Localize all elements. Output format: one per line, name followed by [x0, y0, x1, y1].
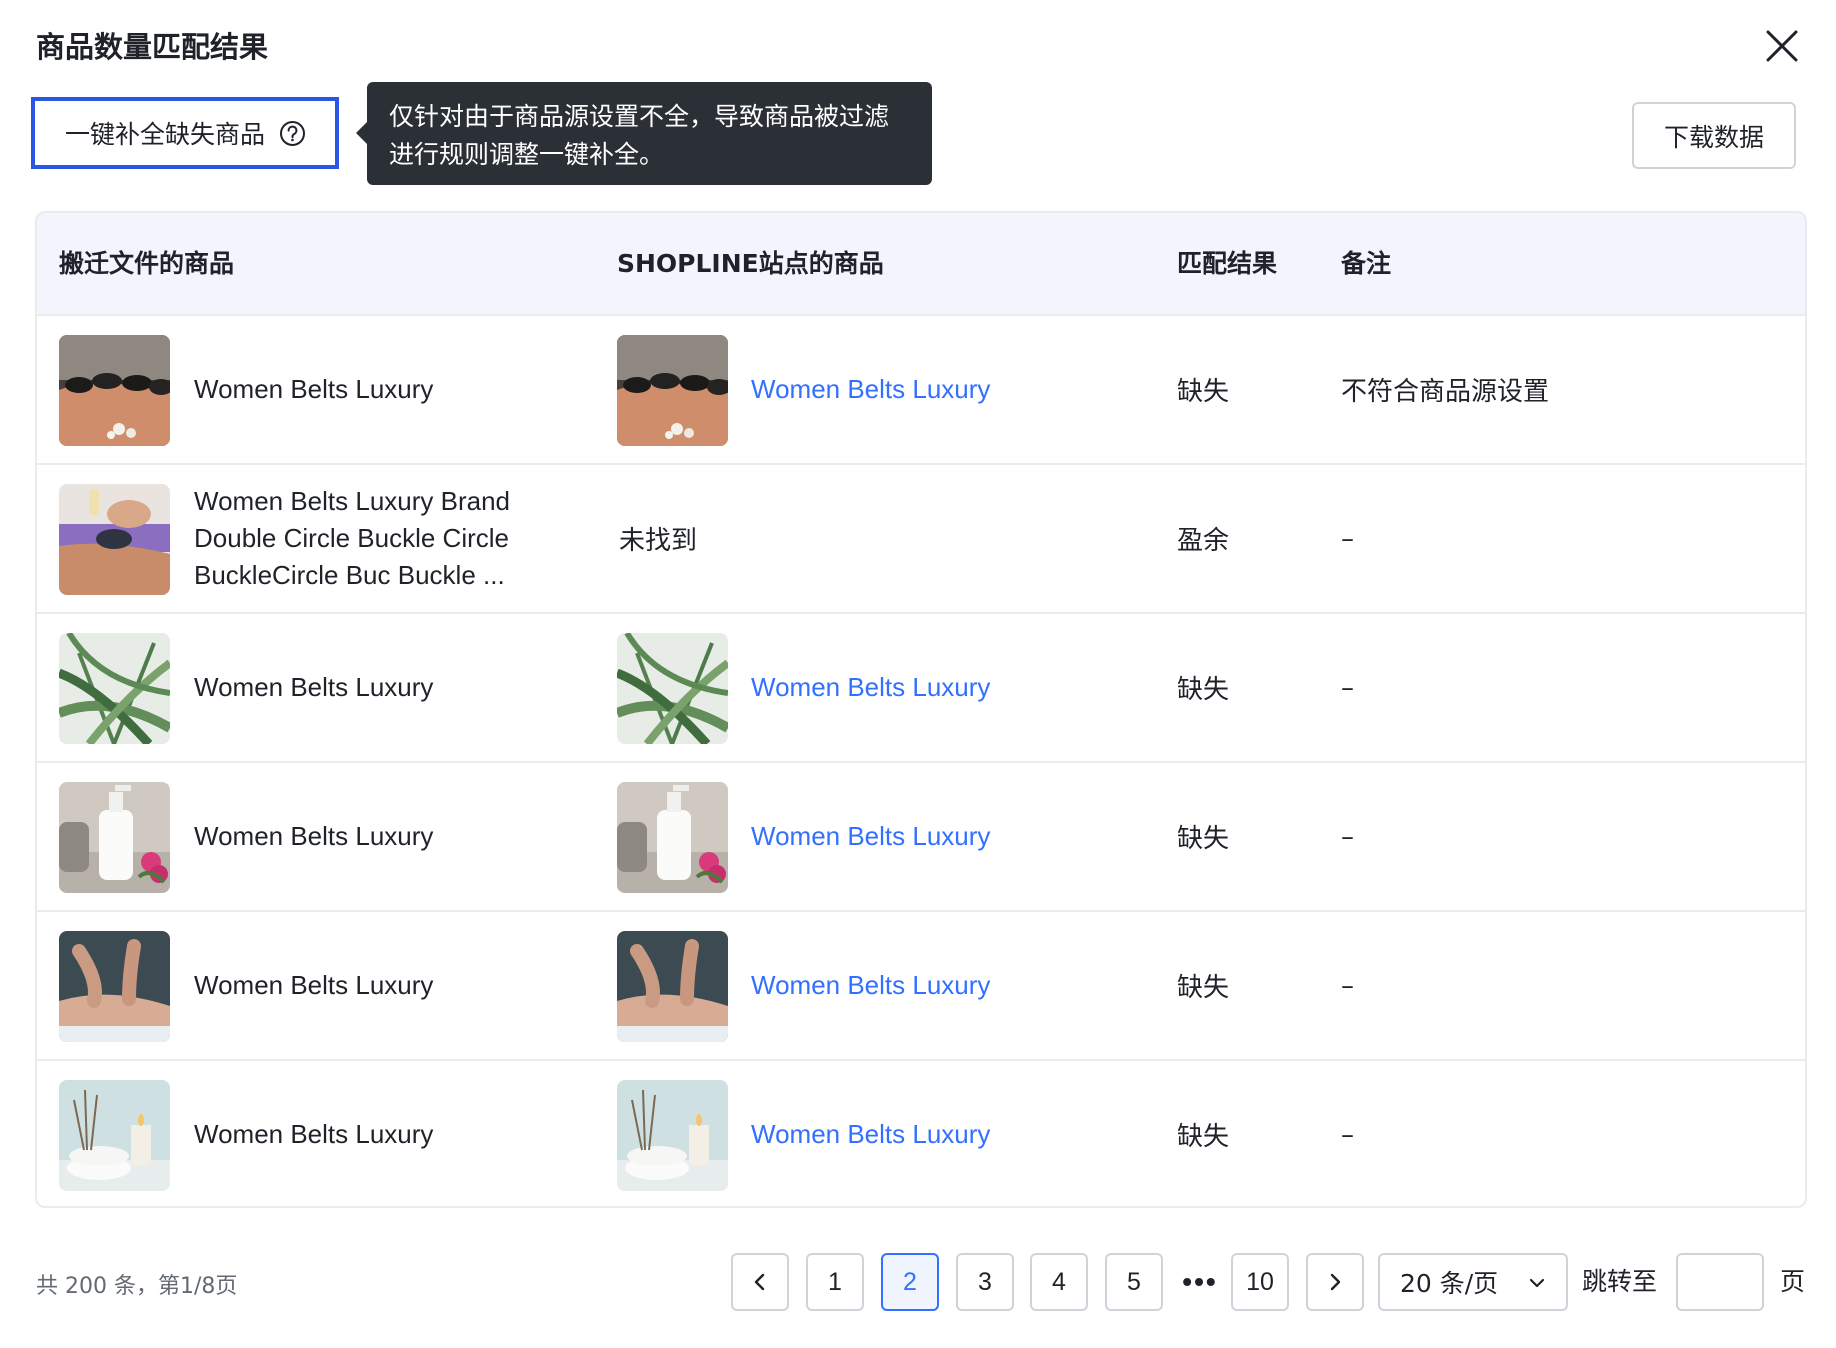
chevron-left-icon [754, 1273, 765, 1291]
match-result-value: 缺失 [1177, 824, 1230, 854]
page-button[interactable]: 1 [806, 1253, 864, 1311]
pagination-total: 共 200 条，第1/8页 [36, 1274, 238, 1299]
source-product-name: Women Belts Luxury [194, 821, 434, 851]
source-product-image [59, 931, 170, 1042]
chevron-right-icon [1330, 1273, 1341, 1291]
source-product-image [59, 1080, 170, 1191]
fill-missing-label: 一键补全缺失商品 [65, 120, 266, 149]
close-icon [1766, 30, 1798, 62]
note-value: – [1341, 672, 1354, 703]
header-note: 备注 [1341, 249, 1392, 278]
shopline-product-image [617, 633, 728, 744]
table-row: Women Belts Luxury Brand Double Circle B… [37, 465, 1805, 614]
header-source-product: 搬迁文件的商品 [59, 249, 235, 278]
tooltip-arrow [356, 122, 367, 144]
match-result-value: 缺失 [1177, 973, 1230, 1003]
shopline-product-image [617, 931, 728, 1042]
table-body: Women Belts Luxury Women Belts Luxury 缺失 不… [37, 316, 1805, 1206]
page-button[interactable]: 2 [881, 1253, 939, 1311]
question-circle-icon[interactable] [279, 120, 306, 147]
shopline-product-link[interactable]: Women Belts Luxury [751, 614, 990, 761]
table-row: Women Belts Luxury Women Belts Luxury 缺失 – [37, 912, 1805, 1061]
note-value: – [1341, 523, 1354, 554]
page-button[interactable]: 4 [1030, 1253, 1088, 1311]
pagination-ellipsis[interactable]: ••• [1175, 1253, 1225, 1311]
download-data-button[interactable]: 下载数据 [1632, 102, 1796, 169]
fill-missing-button[interactable]: 一键补全缺失商品 [31, 97, 339, 169]
shopline-product-image [617, 335, 728, 446]
source-product-name: Women Belts Luxury Brand Double Circle B… [194, 486, 510, 590]
match-result-table: 搬迁文件的商品 SHOPLINE站点的商品 匹配结果 备注 Women Belt… [35, 211, 1807, 1208]
note-value: – [1341, 821, 1354, 852]
table-row: Women Belts Luxury Women Belts Luxury 缺失 – [37, 614, 1805, 763]
table-row: Women Belts Luxury Women Belts Luxury 缺失 – [37, 763, 1805, 912]
note-value: – [1341, 970, 1354, 1001]
shopline-product-link[interactable]: Women Belts Luxury [751, 763, 990, 910]
page-size-select[interactable]: 20 条/页 [1378, 1253, 1568, 1311]
tooltip-line-1: 仅针对由于商品源设置不全，导致商品被过滤 [389, 102, 890, 131]
jump-page-input[interactable] [1676, 1253, 1764, 1311]
page-button-last[interactable]: 10 [1231, 1253, 1289, 1311]
source-product-name: Women Belts Luxury [194, 374, 434, 404]
source-product-name: Women Belts Luxury [194, 672, 434, 702]
match-result-value: 盈余 [1177, 526, 1230, 556]
prev-page-button[interactable] [731, 1253, 789, 1311]
help-tooltip: 仅针对由于商品源设置不全，导致商品被过滤 进行规则调整一键补全。 [356, 82, 932, 185]
source-product-image [59, 335, 170, 446]
shopline-product-image [617, 1080, 728, 1191]
table-row: Women Belts Luxury Women Belts Luxury 缺失 – [37, 1061, 1805, 1206]
shopline-product-link[interactable]: Women Belts Luxury [751, 912, 990, 1059]
page-suffix-label: 页 [1780, 1267, 1806, 1296]
table-row: Women Belts Luxury Women Belts Luxury 缺失 不… [37, 316, 1805, 465]
table-header: 搬迁文件的商品 SHOPLINE站点的商品 匹配结果 备注 [37, 213, 1805, 316]
match-result-value: 缺失 [1177, 675, 1230, 705]
shopline-product-not-found: 未找到 [619, 526, 698, 556]
page-button[interactable]: 3 [956, 1253, 1014, 1311]
note-value: 不符合商品源设置 [1341, 377, 1550, 407]
page-size-value: 20 条/页 [1400, 1269, 1499, 1298]
jump-to-label: 跳转至 [1582, 1267, 1658, 1296]
source-product-image [59, 782, 170, 893]
note-value: – [1341, 1119, 1354, 1150]
match-result-value: 缺失 [1177, 1122, 1230, 1152]
dialog-title: 商品数量匹配结果 [36, 30, 269, 64]
next-page-button[interactable] [1306, 1253, 1364, 1311]
shopline-product-image [617, 782, 728, 893]
header-match-result: 匹配结果 [1177, 249, 1278, 278]
source-product-image [59, 484, 170, 595]
page-button[interactable]: 5 [1105, 1253, 1163, 1311]
header-shopline-product: SHOPLINE站点的商品 [617, 249, 884, 278]
source-product-name: Women Belts Luxury [194, 970, 434, 1000]
shopline-product-link[interactable]: Women Belts Luxury [751, 1061, 990, 1206]
source-product-image [59, 633, 170, 744]
tooltip-line-2: 进行规则调整一键补全。 [389, 140, 665, 169]
match-result-value: 缺失 [1177, 377, 1230, 407]
close-button[interactable] [1762, 26, 1802, 66]
source-product-name: Women Belts Luxury [194, 1119, 434, 1149]
shopline-product-link[interactable]: Women Belts Luxury [751, 316, 990, 463]
chevron-down-icon [1529, 1278, 1545, 1288]
